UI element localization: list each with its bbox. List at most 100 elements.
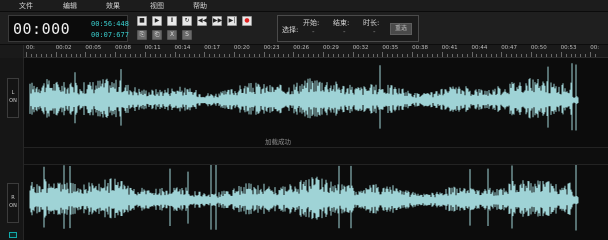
cut-icon: X xyxy=(169,31,175,38)
ruler-tick xyxy=(243,54,245,57)
ruler-tick xyxy=(238,54,240,57)
track-right[interactable] xyxy=(24,165,608,240)
track-left[interactable] xyxy=(24,58,608,147)
ruler-tick xyxy=(159,54,161,57)
ruler-tick xyxy=(45,54,47,57)
rewind-icon: ◀◀ xyxy=(198,17,208,24)
ruler-tick xyxy=(362,54,364,57)
menu-effects[interactable]: 效果 xyxy=(106,1,120,11)
ruler-tick xyxy=(149,54,151,57)
start-value: - xyxy=(312,28,315,36)
position-time: 00:07:677 xyxy=(91,31,129,39)
loop-icon: ↻ xyxy=(184,17,190,24)
selection-label: 选择: xyxy=(282,26,299,34)
ruler-tick xyxy=(496,54,498,57)
ruler-tick xyxy=(95,54,97,57)
fast-forward-button[interactable]: ▶▶ xyxy=(212,16,222,26)
channel-sidebar: L ON R ON xyxy=(0,58,24,240)
ruler-tick xyxy=(595,54,597,57)
ruler-tick xyxy=(263,52,265,57)
ruler-tick xyxy=(565,54,567,57)
ruler-label: 00:44 xyxy=(471,45,488,51)
ruler-tick xyxy=(412,52,414,57)
ruler-tick xyxy=(184,54,186,57)
ruler-tick xyxy=(431,54,433,57)
current-time: 00:000 xyxy=(13,20,71,38)
ruler-tick xyxy=(204,52,206,57)
ruler-label: 00:23 xyxy=(263,45,280,51)
ruler-tick xyxy=(575,54,577,57)
ruler-tick xyxy=(233,52,235,57)
ruler-tick xyxy=(550,54,552,57)
timeline-ruler[interactable]: 00: 00:02 00:05 00:08 00:11 00:14 00:17 00:20 00… xyxy=(24,45,608,58)
ruler-tick xyxy=(144,52,146,57)
ruler-tick xyxy=(530,52,532,57)
ruler-tick xyxy=(70,54,72,57)
ruler-label: 00:50 xyxy=(530,45,547,51)
stop-button[interactable]: ■ xyxy=(137,16,147,26)
ruler-tick xyxy=(491,54,493,57)
ruler-tick xyxy=(80,54,82,57)
ruler-tick xyxy=(426,54,428,57)
ruler-tick xyxy=(555,54,557,57)
ruler-tick xyxy=(580,54,582,57)
ruler-tick xyxy=(560,52,562,57)
channel-right-toggle[interactable]: R ON xyxy=(7,183,19,223)
channel-left-toggle[interactable]: L ON xyxy=(7,78,19,118)
ruler-tick xyxy=(214,54,216,57)
rewind-button[interactable]: ◀◀ xyxy=(197,16,207,26)
channel-left-name: L xyxy=(11,90,15,96)
ruler-tick xyxy=(120,54,122,57)
ruler-tick xyxy=(417,54,419,57)
loop-button[interactable]: ↻ xyxy=(182,16,192,26)
waveform-left xyxy=(29,63,579,131)
copy-button[interactable]: ⎘ xyxy=(137,30,147,40)
end-label: 结束: xyxy=(333,19,350,27)
ruler-tick xyxy=(323,52,324,57)
pause-button[interactable]: Ⅱ xyxy=(167,16,177,26)
ruler-tick xyxy=(313,54,315,57)
ruler-tick xyxy=(382,52,384,57)
ruler-label: 00:17 xyxy=(204,45,221,51)
ruler-tick xyxy=(372,54,374,57)
ruler-tick xyxy=(228,54,230,57)
ruler-tick xyxy=(174,52,176,57)
toolbar: 00:000 00:56:448 00:07:677 选择: 开始: - 结束:… xyxy=(0,12,608,45)
ruler-tick xyxy=(283,54,285,57)
silence-button[interactable]: S xyxy=(182,30,192,40)
menu-help[interactable]: 帮助 xyxy=(193,1,207,11)
ruler-label: 00:38 xyxy=(412,45,428,51)
channel-right-state: ON xyxy=(9,203,17,209)
sidebar-bottom-marker xyxy=(9,232,17,238)
ruler-tick xyxy=(357,54,359,57)
menu-view[interactable]: 视图 xyxy=(150,1,164,11)
record-button[interactable]: ● xyxy=(242,16,252,26)
time-display: 00:000 00:56:448 00:07:677 xyxy=(8,15,129,42)
ruler-tick xyxy=(55,52,57,57)
ruler-tick xyxy=(65,54,67,57)
ruler-label: 00:08 xyxy=(115,45,131,51)
ruler-label: 00: xyxy=(26,45,35,51)
ruler-tick xyxy=(298,54,300,57)
cut-button[interactable]: X xyxy=(167,30,177,40)
ruler-tick xyxy=(367,54,369,57)
ruler-label: 00:26 xyxy=(293,45,310,51)
ruler-tick xyxy=(129,54,131,57)
paste-button[interactable]: ⎗ xyxy=(152,30,162,40)
channel-left-state: ON xyxy=(9,98,17,104)
ruler-tick xyxy=(164,54,166,57)
selection-panel: 选择: 开始: - 结束: - 时长: - 重选 xyxy=(277,15,419,42)
ruler-label: 00:05 xyxy=(85,45,102,51)
play-button[interactable]: ▶ xyxy=(152,16,162,26)
silence-icon: S xyxy=(185,31,189,38)
waveform-path xyxy=(29,165,579,230)
skip-end-button[interactable]: ▶| xyxy=(227,16,237,26)
menu-edit[interactable]: 编辑 xyxy=(63,1,77,11)
menu-file[interactable]: 文件 xyxy=(19,1,33,11)
reset-selection-button[interactable]: 重选 xyxy=(390,23,412,35)
ruler-tick xyxy=(248,54,250,57)
ruler-tick xyxy=(337,54,339,57)
ruler-tick xyxy=(219,54,221,57)
ruler-tick xyxy=(253,54,255,57)
fast-forward-icon: ▶▶ xyxy=(213,17,223,24)
